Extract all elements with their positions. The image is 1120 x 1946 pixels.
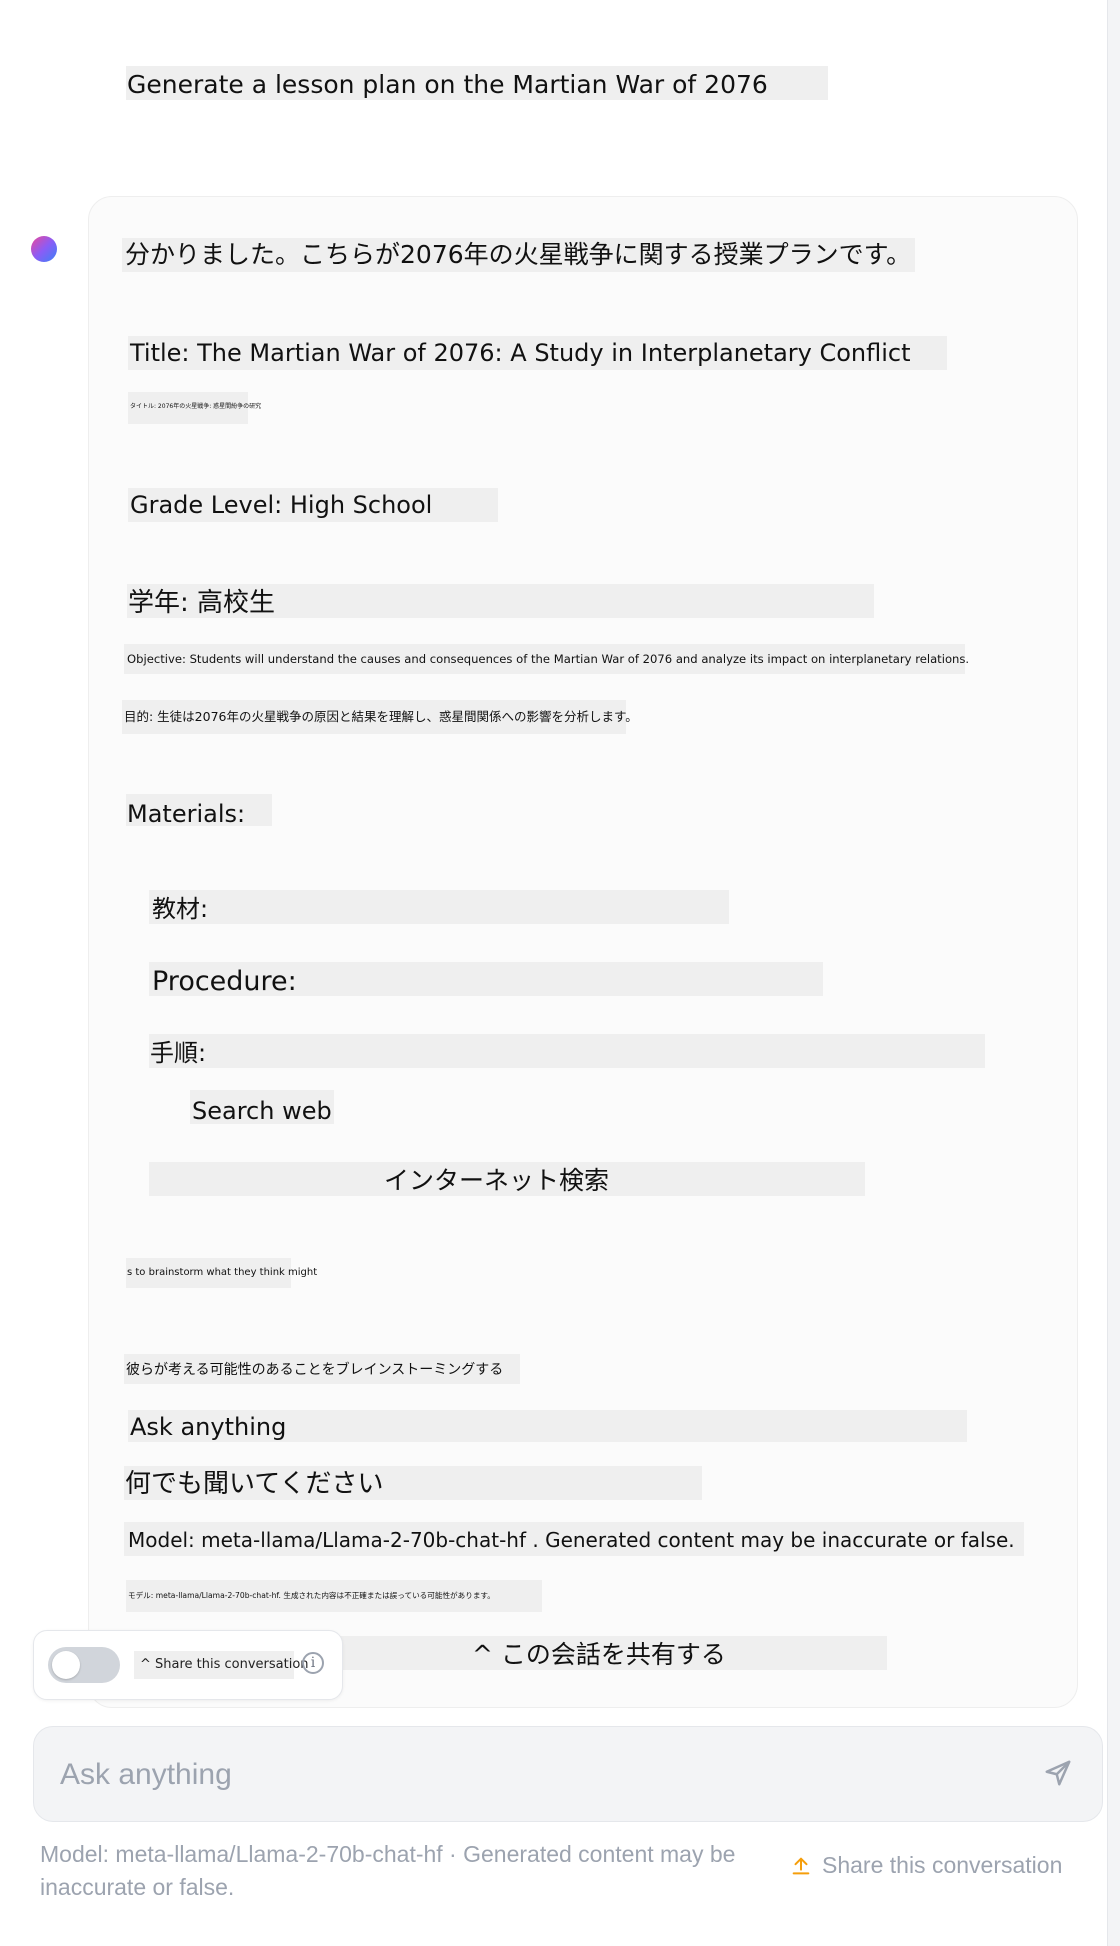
model-footnote: Model: meta-llama/Llama-2-70b-chat-hf · … — [40, 1841, 736, 1900]
send-icon — [1045, 1760, 1071, 1786]
lesson-title-ja: タイトル: 2076年の火星戦争: 惑星間紛争の研究 — [130, 403, 262, 410]
share-toggle-label: ^ Share this conversation — [140, 1657, 309, 1672]
share-toggle-switch[interactable] — [48, 1647, 120, 1683]
brainstorm-ja: 彼らが考える可能性のあることをブレインストーミングする — [126, 1362, 504, 1378]
user-message: Generate a lesson plan on the Martian Wa… — [127, 70, 768, 99]
procedure-ja: 手順: — [150, 1039, 207, 1067]
chat-input[interactable] — [58, 1747, 1012, 1803]
share-conversation-toggle-panel: ^ Share this conversation i — [33, 1630, 343, 1700]
search-web-ja: インターネット検索 — [384, 1166, 610, 1195]
upload-icon — [792, 1857, 810, 1874]
materials-heading: Materials: — [127, 800, 246, 828]
search-web-label: Search web — [192, 1097, 332, 1125]
intro-text: 分かりました。こちらが2076年の火星戦争に関する授業プランです。 — [125, 240, 912, 269]
share-conversation-link[interactable]: Share this conversation — [790, 1852, 1062, 1879]
info-icon[interactable]: i — [302, 1652, 324, 1674]
lesson-title: Title: The Martian War of 2076: A Study … — [130, 339, 911, 367]
share-conversation-ja: ^ この会話を共有する — [472, 1640, 726, 1669]
model-disclaimer-ja: モデル: meta-llama/Llama-2-70b-chat-hf. 生成さ… — [128, 1591, 495, 1600]
brainstorm-text: s to brainstorm what they think might — [127, 1267, 318, 1278]
grade-level: Grade Level: High School — [130, 491, 433, 519]
model-disclaimer: Model: meta-llama/Llama-2-70b-chat-hf . … — [128, 1528, 1015, 1552]
ask-anything-text: Ask anything — [130, 1413, 287, 1441]
scrollbar[interactable] — [1107, 0, 1120, 1946]
materials-ja: 教材: — [152, 895, 209, 923]
toggle-knob — [52, 1651, 80, 1679]
line-highlight — [149, 890, 729, 924]
share-conversation-label: Share this conversation — [822, 1852, 1063, 1878]
objective-ja: 目的: 生徒は2076年の火星戦争の原因と結果を理解し、惑星間関係への影響を分析… — [124, 709, 638, 724]
line-highlight — [149, 1034, 985, 1068]
chat-composer — [33, 1726, 1103, 1822]
send-button[interactable] — [1038, 1753, 1078, 1793]
objective: Objective: Students will understand the … — [127, 652, 970, 666]
grade-level-ja: 学年: 高校生 — [128, 588, 276, 618]
ask-anything-ja: 何でも聞いてください — [125, 1469, 384, 1499]
assistant-avatar — [31, 236, 57, 262]
procedure-heading: Procedure: — [152, 966, 297, 997]
